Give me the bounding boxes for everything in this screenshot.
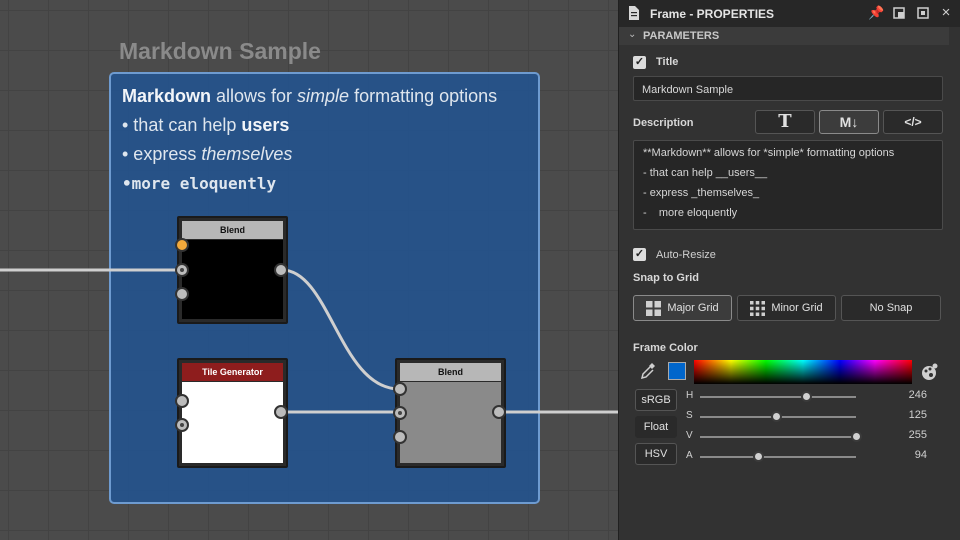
node-thumbnail bbox=[182, 240, 283, 319]
section-label: PARAMETERS bbox=[643, 30, 720, 42]
markdown-mode-button[interactable]: M↓ bbox=[819, 110, 879, 134]
graph-canvas[interactable]: Markdown Sample Markdown allows for simp… bbox=[0, 0, 618, 540]
slider-track-v[interactable] bbox=[700, 436, 856, 438]
slider-track-a[interactable] bbox=[700, 456, 856, 458]
panel-title: Frame - PROPERTIES bbox=[650, 7, 775, 21]
snap-to-grid-label: Snap to Grid bbox=[633, 272, 699, 284]
eyedropper-icon[interactable] bbox=[640, 362, 656, 380]
hsv-mode-button[interactable]: HSV bbox=[635, 443, 677, 465]
html-mode-button[interactable]: </> bbox=[883, 110, 943, 134]
blend-node-2[interactable]: Blend bbox=[395, 358, 506, 468]
no-snap-button[interactable]: No Snap bbox=[841, 295, 941, 321]
input-port[interactable] bbox=[175, 263, 189, 277]
node-header: Blend bbox=[182, 221, 283, 239]
blend-node-1[interactable]: Blend bbox=[177, 216, 288, 324]
input-port[interactable] bbox=[175, 238, 189, 252]
parameters-section-header[interactable]: ⌄ PARAMETERS bbox=[619, 27, 949, 45]
node-header: Tile Generator bbox=[182, 363, 283, 381]
slider-track-h[interactable] bbox=[700, 396, 856, 398]
float-window-icon[interactable] bbox=[892, 6, 906, 20]
node-header: Blend bbox=[400, 363, 501, 381]
description-label: Description bbox=[633, 117, 694, 129]
plain-text-mode-button[interactable]: T bbox=[755, 110, 815, 134]
description-line: - express _themselves_ bbox=[643, 187, 760, 199]
title-label: Title bbox=[656, 56, 679, 68]
node-thumbnail bbox=[400, 382, 501, 463]
major-grid-label: Major Grid bbox=[667, 302, 719, 314]
input-port[interactable] bbox=[393, 430, 407, 444]
input-port[interactable] bbox=[175, 394, 189, 408]
slider-value-h[interactable]: 246 bbox=[909, 389, 927, 401]
auto-resize-checkbox[interactable]: ✓ bbox=[633, 248, 646, 261]
slider-label-h: H bbox=[686, 390, 694, 401]
color-palette-icon[interactable] bbox=[920, 362, 940, 382]
slider-handle-h[interactable] bbox=[801, 391, 813, 402]
input-port[interactable] bbox=[175, 418, 189, 432]
description-line: - more eloquently bbox=[643, 207, 738, 219]
frame-color-label: Frame Color bbox=[633, 342, 698, 354]
color-swatch[interactable] bbox=[668, 362, 686, 380]
slider-label-a: A bbox=[686, 450, 693, 461]
panel-titlebar: Frame - PROPERTIES 📌 × bbox=[619, 0, 960, 27]
chevron-down-icon: ⌄ bbox=[628, 29, 637, 40]
slider-value-s[interactable]: 125 bbox=[909, 409, 927, 421]
major-grid-button[interactable]: Major Grid bbox=[633, 295, 732, 321]
major-grid-icon bbox=[646, 300, 662, 316]
description-textarea[interactable]: **Markdown** allows for *simple* formatt… bbox=[633, 140, 943, 230]
output-port[interactable] bbox=[274, 405, 288, 419]
minor-grid-label: Minor Grid bbox=[771, 302, 823, 314]
auto-resize-label: Auto-Resize bbox=[656, 249, 716, 261]
wire-blend1-to-blend2 bbox=[281, 268, 401, 391]
connection-wires bbox=[0, 268, 618, 414]
srgb-mode-button[interactable]: sRGB bbox=[635, 389, 677, 411]
slider-value-v[interactable]: 255 bbox=[909, 429, 927, 441]
output-port[interactable] bbox=[274, 263, 288, 277]
output-port[interactable] bbox=[492, 405, 506, 419]
slider-label-s: S bbox=[686, 410, 693, 421]
node-thumbnail bbox=[182, 382, 283, 463]
input-port[interactable] bbox=[393, 382, 407, 396]
description-line: - that can help __users__ bbox=[643, 167, 768, 179]
slider-value-a[interactable]: 94 bbox=[915, 449, 927, 461]
float-mode-button[interactable]: Float bbox=[635, 416, 677, 438]
slider-handle-a[interactable] bbox=[752, 451, 764, 462]
tile-generator-node[interactable]: Tile Generator bbox=[177, 358, 288, 468]
description-line: **Markdown** allows for *simple* formatt… bbox=[643, 147, 895, 159]
maximize-icon[interactable] bbox=[916, 6, 930, 20]
document-icon bbox=[629, 6, 639, 20]
minor-grid-icon bbox=[750, 300, 766, 316]
slider-label-v: V bbox=[686, 430, 693, 441]
title-input[interactable]: Markdown Sample bbox=[633, 76, 943, 101]
slider-handle-v[interactable] bbox=[851, 431, 862, 442]
minor-grid-button[interactable]: Minor Grid bbox=[737, 295, 836, 321]
pin-icon[interactable]: 📌 bbox=[868, 6, 884, 20]
color-spectrum[interactable] bbox=[694, 360, 912, 384]
close-icon[interactable]: × bbox=[939, 5, 953, 20]
title-checkbox[interactable]: ✓ bbox=[633, 56, 646, 69]
input-port[interactable] bbox=[175, 287, 189, 301]
input-port[interactable] bbox=[393, 406, 407, 420]
